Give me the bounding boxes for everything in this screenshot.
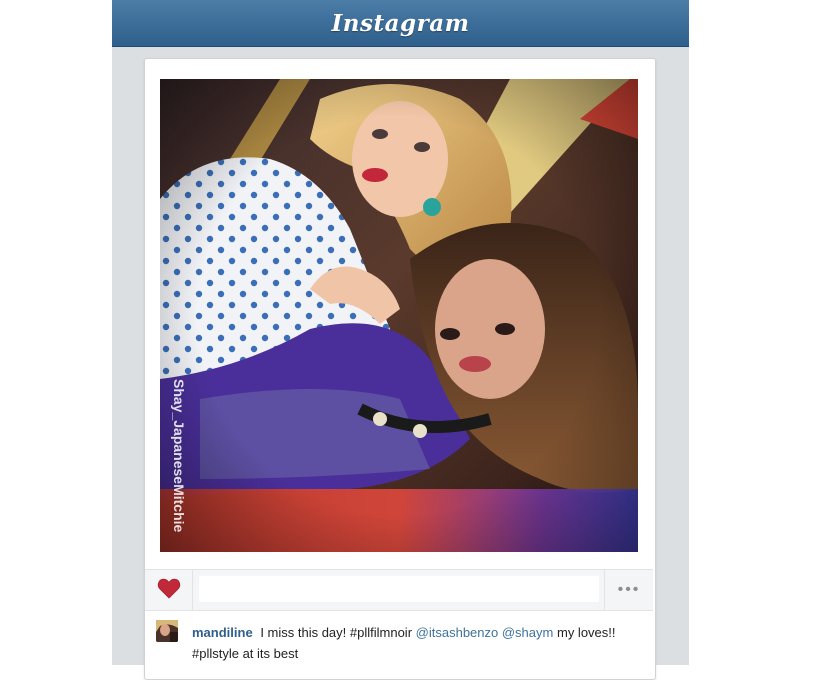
more-options-button[interactable]: ••• bbox=[604, 570, 653, 610]
like-button[interactable] bbox=[145, 570, 193, 610]
caption-text: mandiline I miss this day! #pllfilmnoir … bbox=[192, 622, 642, 664]
instagram-logo[interactable]: Instagram bbox=[332, 10, 470, 37]
top-bar: Instagram bbox=[112, 0, 689, 47]
action-bar: ••• bbox=[145, 569, 653, 611]
mention-link-itsashbenzo[interactable]: @itsashbenzo bbox=[416, 625, 499, 640]
heart-icon bbox=[157, 577, 181, 604]
post-photo[interactable]: Shay_JapaneseMitchie bbox=[160, 79, 638, 552]
ellipsis-icon: ••• bbox=[617, 581, 641, 598]
caption-body-start: I miss this day! #pllfilmnoir bbox=[260, 625, 413, 640]
mention-link-shaym[interactable]: @shaym bbox=[502, 625, 554, 640]
avatar[interactable] bbox=[156, 620, 178, 642]
comment-input[interactable] bbox=[199, 576, 599, 602]
watermark-text: Shay_JapaneseMitchie bbox=[171, 379, 187, 533]
caption-username[interactable]: mandiline bbox=[192, 625, 253, 640]
